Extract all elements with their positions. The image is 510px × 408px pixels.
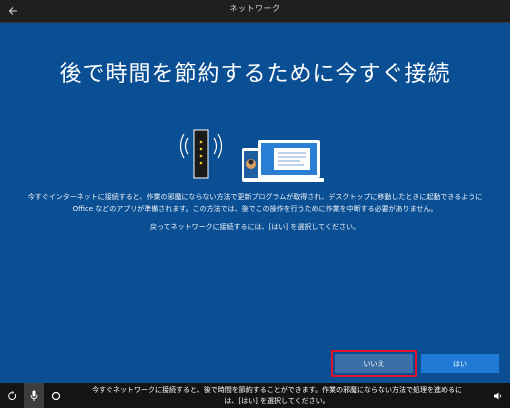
caption-line-1: 今すぐネットワークに接続すると、後で時間を節約することができます。作業の邪魔にな… [91,386,463,394]
page-title: 後で時間を節約するために今すぐ接続 [59,62,451,87]
ease-of-access-icon [8,390,17,400]
title-bar: ネットワーク [0,0,510,23]
ease-of-access-button[interactable] [2,383,22,408]
volume-button[interactable] [488,383,508,408]
yes-button[interactable]: はい [421,354,499,373]
taskbar: 今すぐネットワークに接続すると、後で時間を節約することができます。作業の邪魔にな… [0,383,510,408]
volume-icon [494,392,501,399]
network-illustration [180,129,324,182]
no-button[interactable]: いいえ [331,350,417,377]
microphone-button[interactable] [24,383,44,408]
microphone-icon [30,390,38,401]
caption-line-2: は、[はい] を選択してください。 [224,397,330,405]
window-title: ネットワーク [229,4,281,13]
cortana-button[interactable] [46,383,66,408]
description-line-1: 今すぐインターネットに接続すると、作業の邪魔にならない方法で更新プログラムが取得… [27,193,483,201]
instruction-text: 戻ってネットワークに接続するには、[はい] を選択してください。 [150,223,360,231]
description-line-2: Office などのアプリが準備されます。この方法では、後でこの操作を行うために… [72,205,438,213]
description: 今すぐインターネットに接続すると、作業の邪魔にならない方法で更新プログラムが取得… [20,191,490,215]
cortana-icon [51,391,61,400]
cortana-caption: 今すぐネットワークに接続すると、後で時間を節約することができます。作業の邪魔にな… [72,385,482,407]
